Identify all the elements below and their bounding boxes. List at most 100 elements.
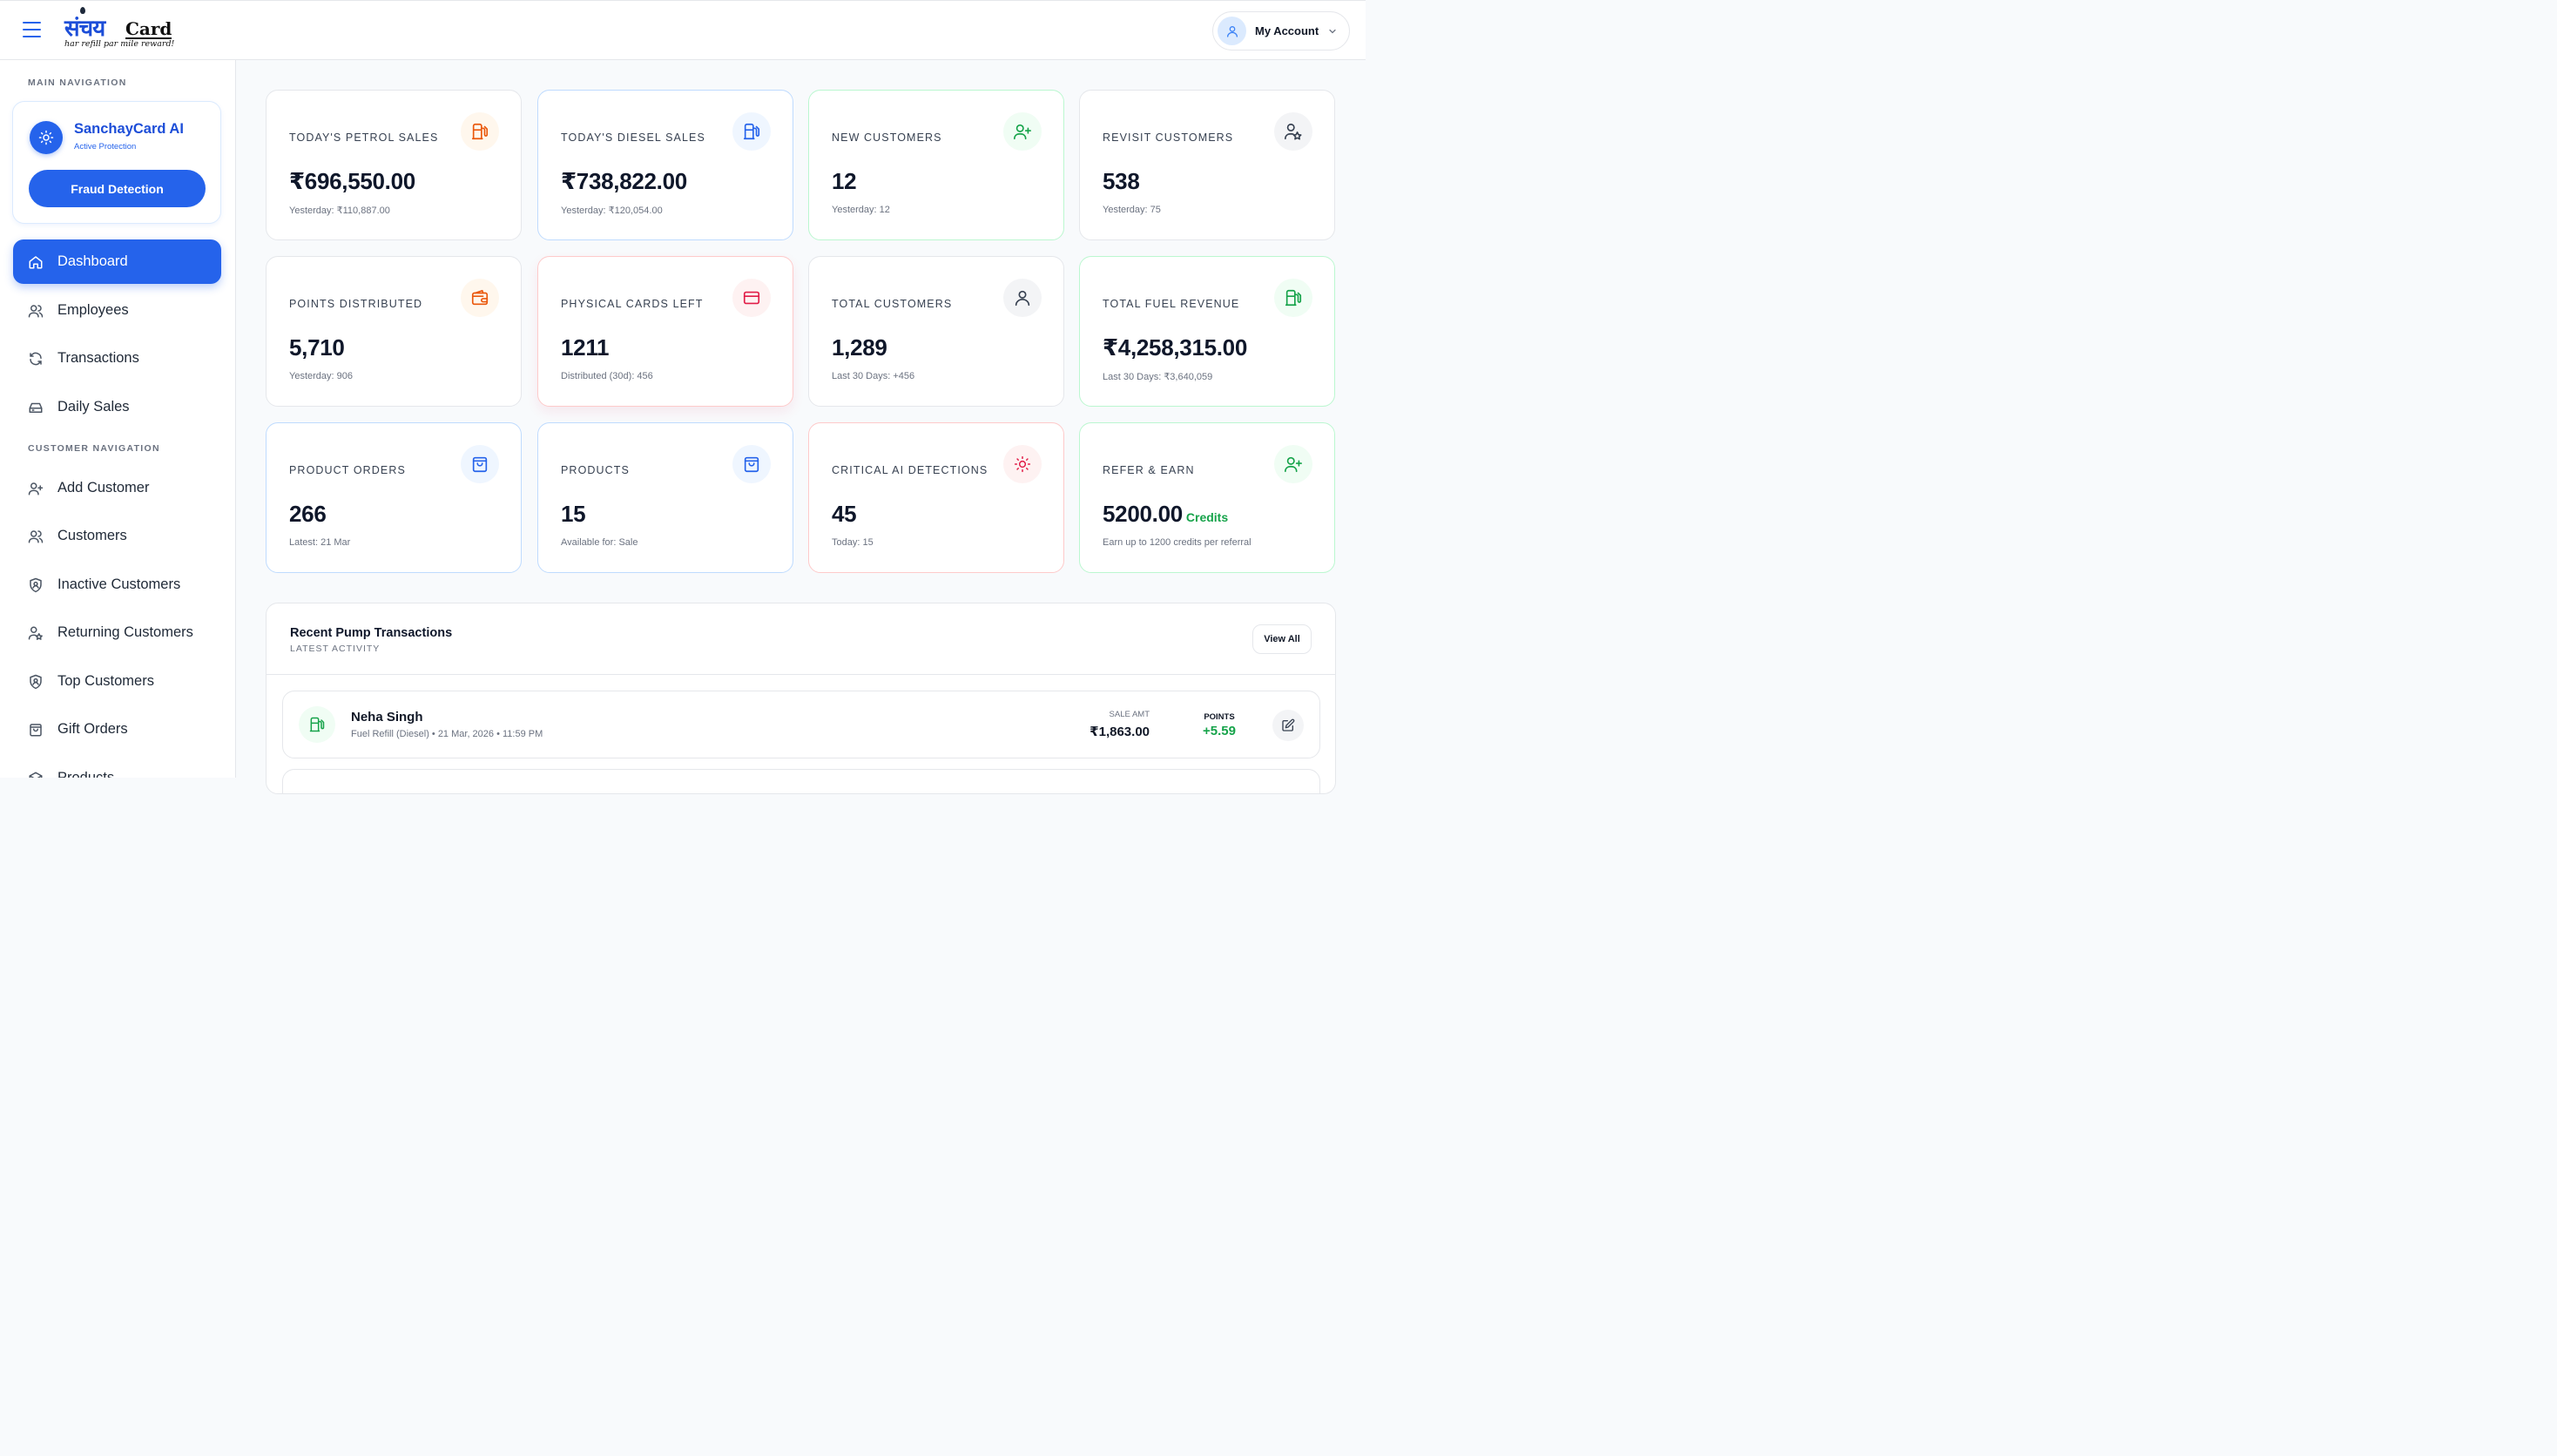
sidebar-item-daily-sales[interactable]: Daily Sales [13,385,221,429]
stat-label: PRODUCT ORDERS [289,464,406,476]
user-star-icon [1274,112,1312,151]
stat-subtext: Yesterday: ₹120,054.00 [561,206,663,216]
stat-card-refer-earn[interactable]: REFER & EARN 5200.00 Credits Earn up to 1… [1079,422,1335,573]
stat-subtext: Yesterday: 75 [1103,205,1161,215]
points-label: POINTS [1204,712,1235,722]
bag-icon [461,445,499,483]
stat-label: NEW CUSTOMERS [832,131,942,144]
sidebar-item-add-customer[interactable]: Add Customer [13,466,221,510]
top-header: संचय Card har refill par mile reward! My… [0,0,1366,60]
stat-subtext: Available for: Sale [561,537,638,548]
stat-subtext: Last 30 Days: ₹3,640,059 [1103,372,1213,382]
sidebar-item-returning-customers[interactable]: Returning Customers [13,610,221,655]
logo-main-text: संचय [64,16,105,42]
sale-amount-label: SALE AMT [1109,710,1150,719]
view-all-button[interactable]: View All [1252,624,1312,654]
user-star-icon [28,625,44,641]
box-icon [28,771,44,778]
wallet-icon [461,279,499,317]
users-icon [28,303,44,319]
transaction-row[interactable]: Neha Singh Fuel Refill (Diesel) • 21 Mar… [282,691,1320,758]
stat-subtext: Today: 15 [832,537,874,548]
sun-icon [30,121,63,154]
customer-navigation-heading: CUSTOMER NAVIGATION [28,443,160,454]
shield-icon [28,577,44,593]
stat-card-total-fuel-revenue[interactable]: TOTAL FUEL REVENUE ₹4,258,315.00 Last 30… [1079,256,1335,407]
user-plus-icon [28,481,44,496]
sidebar-item-label: Customers [57,528,127,543]
sidebar-item-top-customers[interactable]: Top Customers [13,659,221,704]
sidebar-item-transactions[interactable]: Transactions [13,336,221,381]
stat-label: TOTAL CUSTOMERS [832,298,953,310]
chevron-down-icon [1329,29,1336,33]
logo[interactable]: संचय Card har refill par mile reward! [64,7,175,51]
shield-icon [28,674,44,690]
main-navigation-heading: MAIN NAVIGATION [28,78,127,88]
stat-label: TODAY'S PETROL SALES [289,131,439,144]
stat-value: ₹738,822.00 [561,168,687,194]
ai-card-title: SanchayCard AI [74,121,184,137]
stat-label: CRITICAL AI DETECTIONS [832,464,988,476]
sidebar-item-dashboard[interactable]: Dashboard [13,239,221,284]
stat-subtext: Earn up to 1200 credits per referral [1103,537,1252,548]
sidebar-item-label: Add Customer [57,480,150,495]
sidebar-item-label: Daily Sales [57,399,130,415]
sale-amount: ₹1,863.00 [1090,725,1150,739]
section-subtitle: LATEST ACTIVITY [290,644,381,654]
stat-card-points-distributed[interactable]: POINTS DISTRIBUTED 5,710 Yesterday: 906 [266,256,522,407]
logo-card-text: Card [125,18,172,39]
sidebar-item-label: Employees [57,302,129,318]
user-icon [1226,25,1238,37]
stat-label: TOTAL FUEL REVENUE [1103,298,1240,310]
sidebar-item-products[interactable]: Products [13,756,221,778]
stat-value: 45 [832,501,857,527]
my-account-button[interactable]: My Account [1212,11,1350,51]
stat-card-physical-cards-left[interactable]: PHYSICAL CARDS LEFT 1211 Distributed (30… [537,256,793,407]
divider [266,674,1335,675]
stat-card-petrol-sales[interactable]: TODAY'S PETROL SALES ₹696,550.00 Yesterd… [266,90,522,240]
user-plus-icon [1274,445,1312,483]
stat-value: ₹4,258,315.00 [1103,334,1248,361]
stat-value: 1211 [561,334,610,361]
stat-label: REVISIT CUSTOMERS [1103,131,1234,144]
points-value: +5.59 [1203,724,1236,738]
sidebar-item-customers[interactable]: Customers [13,514,221,558]
user-plus-icon [1003,112,1042,151]
stat-label: REFER & EARN [1103,464,1195,476]
stat-value: 266 [289,501,327,527]
sidebar-item-label: Inactive Customers [57,576,181,592]
stat-card-diesel-sales[interactable]: TODAY'S DIESEL SALES ₹738,822.00 Yesterd… [537,90,793,240]
sidebar-item-employees[interactable]: Employees [13,288,221,333]
recent-transactions-panel: Recent Pump Transactions LATEST ACTIVITY… [266,603,1336,794]
sidebar-item-label: Top Customers [57,673,154,689]
stat-value: 12 [832,168,857,194]
stat-card-critical-ai-detections[interactable]: CRITICAL AI DETECTIONS 45 Today: 15 [808,422,1064,573]
stat-card-product-orders[interactable]: PRODUCT ORDERS 266 Latest: 21 Mar [266,422,522,573]
home-icon [28,254,44,270]
stat-card-new-customers[interactable]: NEW CUSTOMERS 12 Yesterday: 12 [808,90,1064,240]
fuel-pump-icon [1274,279,1312,317]
stat-card-revisit-customers[interactable]: REVISIT CUSTOMERS 538 Yesterday: 75 [1079,90,1335,240]
stat-card-total-customers[interactable]: TOTAL CUSTOMERS 1,289 Last 30 Days: +456 [808,256,1064,407]
stat-subtext: Distributed (30d): 456 [561,371,653,381]
stat-value-wrapper: 5200.00 Credits [1103,501,1228,528]
fuel-pump-icon [299,706,335,743]
sidebar-item-label: Transactions [57,350,139,366]
fraud-detection-button[interactable]: Fraud Detection [29,170,206,207]
logo-tagline: har refill par mile reward! [64,39,175,49]
stat-value: 1,289 [832,334,887,361]
sidebar-item-label: Products [57,770,115,778]
menu-icon[interactable] [23,22,41,39]
stat-subtext: Latest: 21 Mar [289,537,351,548]
users-icon [28,529,44,544]
ai-card-status: Active Protection [74,142,137,152]
section-title: Recent Pump Transactions [290,626,453,640]
sun-icon [1003,445,1042,483]
sidebar-item-gift-orders[interactable]: Gift Orders [13,707,221,752]
stat-value: 5200.00 [1103,501,1183,527]
sidebar-item-inactive-customers[interactable]: Inactive Customers [13,563,221,607]
stat-value: ₹696,550.00 [289,168,415,194]
transaction-row[interactable] [282,769,1320,793]
stat-card-products[interactable]: PRODUCTS 15 Available for: Sale [537,422,793,573]
edit-icon[interactable] [1272,710,1304,741]
